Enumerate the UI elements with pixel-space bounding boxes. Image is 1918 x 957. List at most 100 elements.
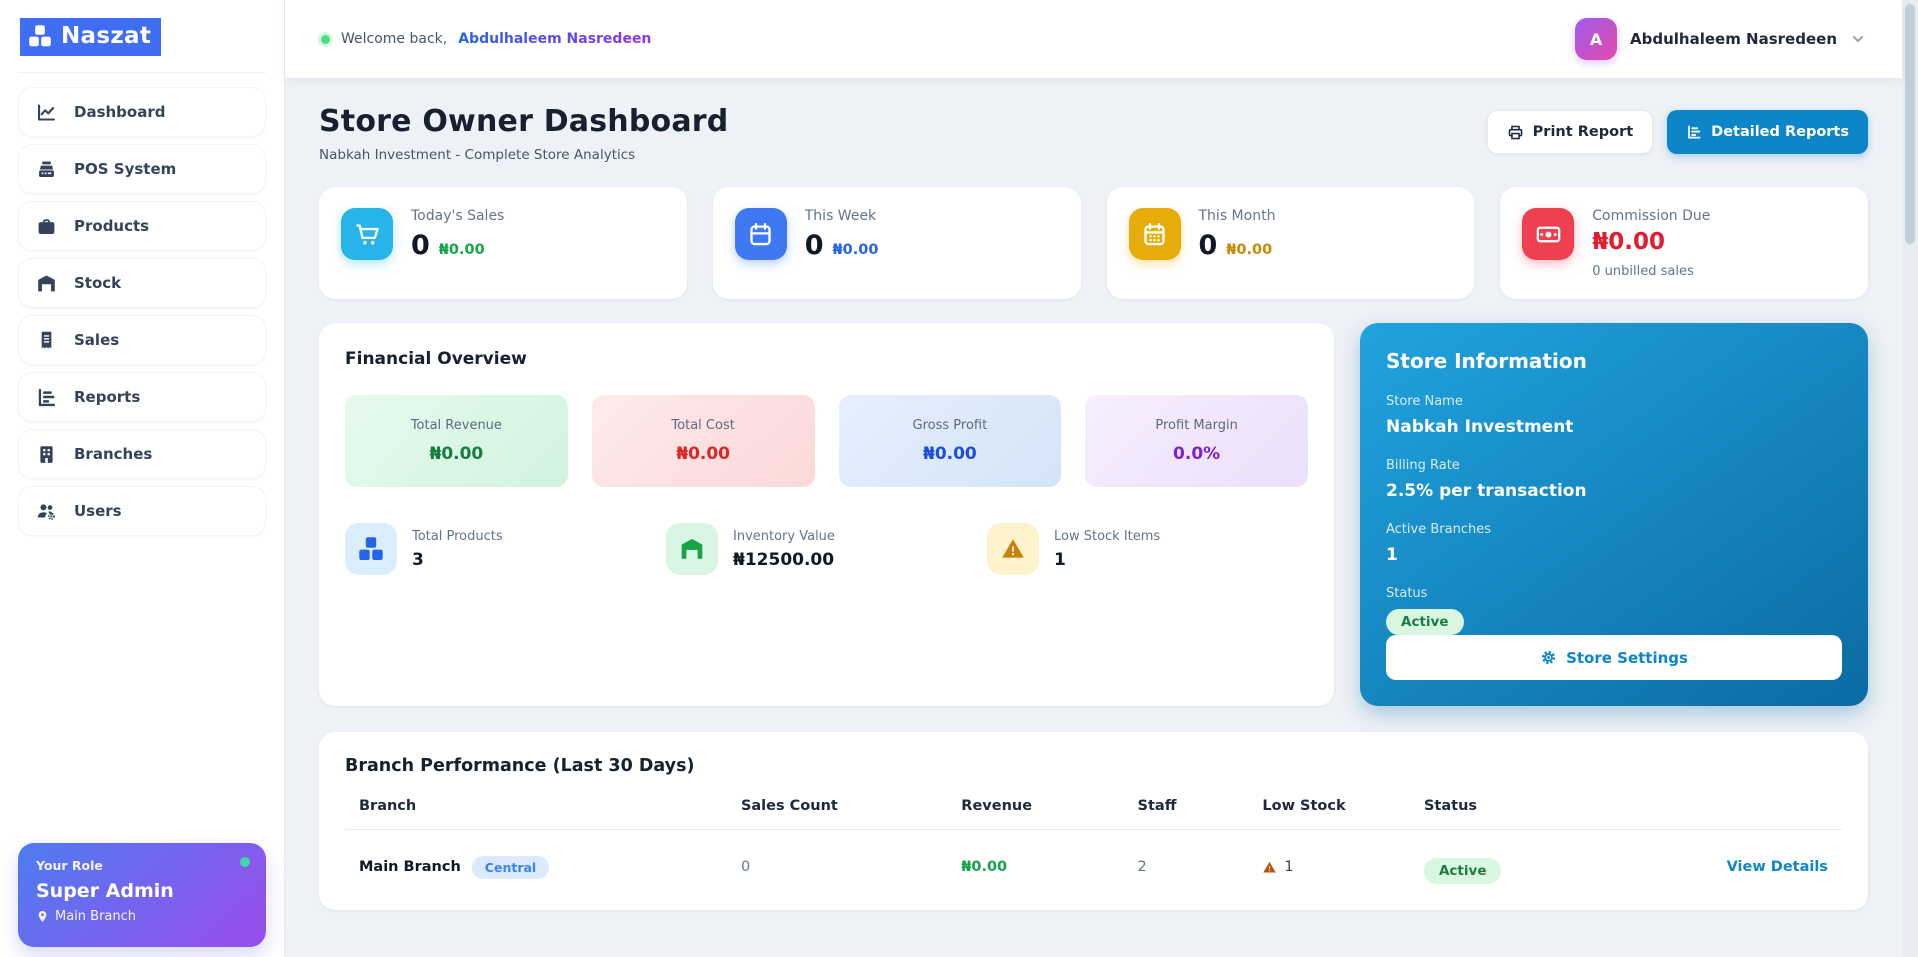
stat-label: This Week (805, 208, 879, 224)
detailed-reports-label: Detailed Reports (1711, 124, 1849, 140)
mini-label: Inventory Value (733, 529, 835, 544)
cash-icon (1522, 208, 1574, 260)
stat-label: Commission Due (1592, 208, 1710, 224)
mini-value: 1 (1054, 550, 1160, 570)
status-cell: Active (1424, 850, 1652, 884)
store-settings-button[interactable]: Store Settings (1386, 635, 1842, 680)
sidebar-item-sales[interactable]: Sales (18, 315, 266, 365)
stat-amount: ₦0.00 (833, 242, 879, 258)
tile-value: ₦0.00 (676, 444, 730, 464)
column-header: Branch (359, 798, 741, 814)
mid-row: Financial Overview Total Revenue ₦0.00 T… (319, 323, 1868, 706)
tile-value: ₦0.00 (923, 444, 977, 464)
sidebar-item-branches[interactable]: Branches (18, 429, 266, 479)
low-stock-value: 1 (1284, 859, 1293, 875)
box-icon (36, 216, 57, 237)
sidebar-item-label: Products (74, 217, 149, 235)
stat-amount: ₦0.00 (1592, 231, 1710, 254)
content: Store Owner Dashboard Nabkah Investment … (285, 78, 1902, 957)
bar-chart-icon (1686, 124, 1702, 140)
stat-count: 0 (805, 232, 824, 259)
welcome-prefix: Welcome back, (341, 31, 447, 47)
warehouse-icon (666, 523, 718, 575)
role-branch-label: Main Branch (55, 909, 136, 924)
building-icon (36, 444, 57, 465)
tile-label: Total Revenue (411, 418, 502, 433)
stat-card-this-week: This Week 0 ₦0.00 (713, 187, 1081, 299)
field-value: 1 (1386, 545, 1842, 565)
column-header: Low Stock (1262, 798, 1424, 814)
logo[interactable]: Naszat (20, 18, 161, 56)
sales-count-cell: 0 (741, 859, 961, 875)
revenue-cell: ₦0.00 (961, 859, 1137, 875)
avatar: A (1575, 18, 1617, 60)
sidebar-item-users[interactable]: Users (18, 486, 266, 536)
receipt-icon (36, 330, 57, 351)
print-report-button[interactable]: Print Report (1487, 110, 1653, 154)
store-name-field: Store Name Nabkah Investment (1386, 394, 1842, 437)
tile-gross-profit: Gross Profit ₦0.00 (839, 395, 1062, 487)
tile-total-cost: Total Cost ₦0.00 (592, 395, 815, 487)
detailed-reports-button[interactable]: Detailed Reports (1667, 110, 1868, 154)
user-menu[interactable]: A Abdulhaleem Nasredeen (1575, 18, 1866, 60)
stat-label: Today's Sales (411, 208, 504, 224)
logo-text: Naszat (61, 23, 151, 49)
stat-amount: ₦0.00 (1226, 242, 1272, 258)
mini-value: ₦12500.00 (733, 550, 835, 570)
boxes-icon (345, 523, 397, 575)
field-value: 2.5% per transaction (1386, 481, 1842, 501)
stat-card-commission-due: Commission Due ₦0.00 0 unbilled sales (1500, 187, 1868, 299)
sidebar-item-reports[interactable]: Reports (18, 372, 266, 422)
printer-icon (1507, 124, 1524, 141)
page-subtitle: Nabkah Investment - Complete Store Analy… (319, 147, 728, 163)
sidebar-item-label: Reports (74, 388, 140, 406)
mini-total-products: Total Products 3 (345, 523, 666, 575)
stats-row: Today's Sales 0 ₦0.00 This Week 0 ₦0.00 (319, 187, 1868, 299)
staff-cell: 2 (1138, 859, 1263, 875)
sidebar-item-label: Dashboard (74, 103, 165, 121)
table-row: Main Branch Central 0 ₦0.00 2 1 Active V… (345, 830, 1842, 884)
scrollbar-track[interactable] (1902, 0, 1918, 957)
tile-label: Gross Profit (913, 418, 988, 433)
store-settings-label: Store Settings (1566, 649, 1688, 667)
table-header-row: Branch Sales Count Revenue Staff Low Sto… (345, 798, 1842, 830)
page-head: Store Owner Dashboard Nabkah Investment … (319, 104, 1868, 163)
sidebar-item-label: Sales (74, 331, 119, 349)
sidebar-item-dashboard[interactable]: Dashboard (18, 87, 266, 137)
branch-table: Branch Sales Count Revenue Staff Low Sto… (345, 798, 1842, 884)
gear-icon (1540, 649, 1557, 666)
stat-label: This Month (1199, 208, 1276, 224)
field-label: Store Name (1386, 394, 1842, 409)
column-header: Status (1424, 798, 1652, 814)
calendar-week-icon (735, 208, 787, 260)
status-badge: Active (1424, 858, 1502, 884)
branch-performance-card: Branch Performance (Last 30 Days) Branch… (319, 732, 1868, 910)
tile-value: ₦0.00 (429, 444, 483, 464)
user-name: Abdulhaleem Nasredeen (1630, 30, 1837, 48)
sidebar-item-pos-system[interactable]: POS System (18, 144, 266, 194)
stat-count: 0 (1199, 232, 1218, 259)
branch-name: Main Branch (359, 859, 461, 875)
mini-low-stock: Low Stock Items 1 (987, 523, 1308, 575)
tile-profit-margin: Profit Margin 0.0% (1085, 395, 1308, 487)
chart-line-icon (36, 102, 57, 123)
view-details-link[interactable]: View Details (1652, 859, 1828, 875)
calendar-month-icon (1129, 208, 1181, 260)
sidebar-item-stock[interactable]: Stock (18, 258, 266, 308)
mini-label: Low Stock Items (1054, 529, 1160, 544)
role-card-title: Your Role (36, 858, 248, 873)
cash-register-icon (36, 159, 57, 180)
scrollbar-thumb[interactable] (1905, 4, 1915, 244)
financial-overview-card: Financial Overview Total Revenue ₦0.00 T… (319, 323, 1334, 706)
sidebar-item-products[interactable]: Products (18, 201, 266, 251)
branch-cell: Main Branch Central (359, 856, 741, 879)
status-field: Status Active (1386, 586, 1842, 635)
store-information-title: Store Information (1386, 349, 1842, 373)
stat-note: 0 unbilled sales (1592, 264, 1710, 279)
welcome-user-name: Abdulhaleem Nasredeen (458, 31, 651, 47)
mini-inventory-value: Inventory Value ₦12500.00 (666, 523, 987, 575)
stat-card-todays-sales: Today's Sales 0 ₦0.00 (319, 187, 687, 299)
sidebar-item-label: Branches (74, 445, 152, 463)
tile-label: Profit Margin (1155, 418, 1237, 433)
role-card: Your Role Super Admin Main Branch (18, 843, 266, 947)
